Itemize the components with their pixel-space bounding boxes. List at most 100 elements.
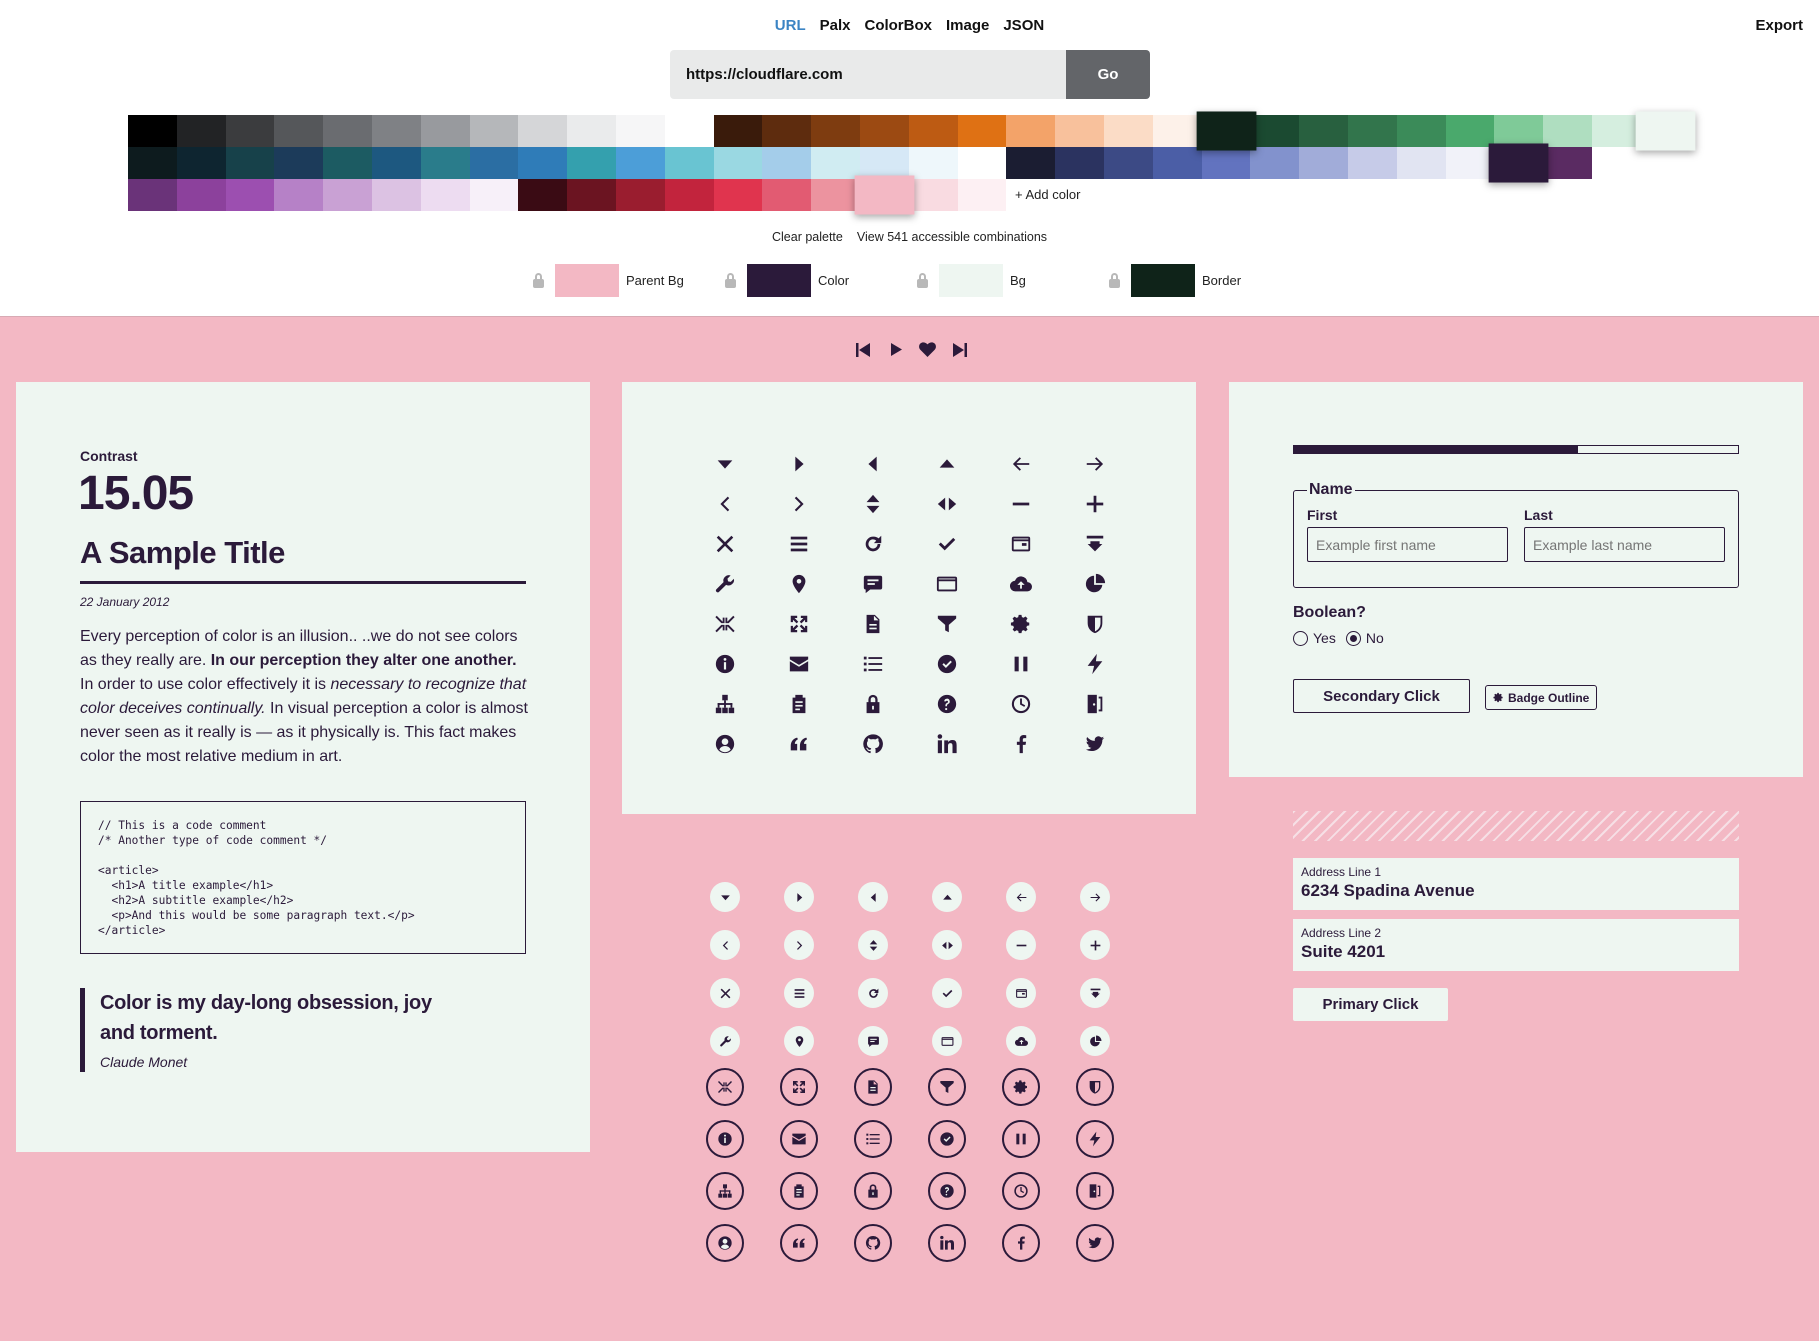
user-circle-icon-cell[interactable] xyxy=(688,724,762,764)
outline-icon-button[interactable] xyxy=(762,1113,836,1165)
color-swatch[interactable] xyxy=(908,147,958,179)
color-swatch[interactable] xyxy=(1103,115,1153,147)
triangle-up-icon-cell[interactable] xyxy=(910,444,984,484)
circle-icon-button[interactable] xyxy=(762,873,836,921)
color-swatch[interactable] xyxy=(859,147,909,179)
color-swatch[interactable] xyxy=(1347,147,1397,179)
circle-icon-button[interactable] xyxy=(910,969,984,1017)
github-icon-cell[interactable] xyxy=(836,724,910,764)
outline-icon-button[interactable] xyxy=(1058,1217,1132,1269)
outline-icon-button[interactable] xyxy=(836,1061,910,1113)
color-swatch[interactable] xyxy=(859,115,909,147)
outline-icon-button[interactable] xyxy=(984,1165,1058,1217)
color-swatch[interactable] xyxy=(615,115,665,147)
circle-icon-button[interactable] xyxy=(984,969,1058,1017)
circle-icon-button[interactable] xyxy=(688,969,762,1017)
outline-icon-button[interactable] xyxy=(688,1061,762,1113)
color-swatch[interactable] xyxy=(957,179,1007,211)
outline-icon-button[interactable] xyxy=(910,1217,984,1269)
color-swatch[interactable] xyxy=(371,147,421,179)
color-swatch[interactable] xyxy=(371,115,421,147)
play-icon[interactable] xyxy=(884,338,907,361)
color-swatch[interactable] xyxy=(1055,115,1104,147)
chevron-right-icon-cell[interactable] xyxy=(762,484,836,524)
go-button[interactable]: Go xyxy=(1066,50,1150,99)
skip-back-icon[interactable] xyxy=(852,338,875,361)
color-swatch[interactable] xyxy=(1591,115,1641,147)
color-swatch[interactable] xyxy=(225,147,275,179)
lock-icon[interactable] xyxy=(533,272,544,288)
expand-icon-cell[interactable] xyxy=(762,604,836,644)
refresh-icon-cell[interactable] xyxy=(836,524,910,564)
arrow-right-icon-cell[interactable] xyxy=(1058,444,1132,484)
color-swatch[interactable] xyxy=(957,147,1007,179)
outline-icon-button[interactable] xyxy=(910,1165,984,1217)
circle-icon-button[interactable] xyxy=(762,1017,836,1065)
shield-icon-cell[interactable] xyxy=(1058,604,1132,644)
circle-icon-button[interactable] xyxy=(836,1017,910,1065)
outline-icon-button[interactable] xyxy=(910,1061,984,1113)
border-swatch[interactable] xyxy=(1131,264,1195,297)
color-swatch[interactable] xyxy=(1543,147,1592,179)
wrench-icon-cell[interactable] xyxy=(688,564,762,604)
outline-icon-button[interactable] xyxy=(688,1165,762,1217)
heart-icon[interactable] xyxy=(916,338,939,361)
color-swatch[interactable] xyxy=(615,179,665,211)
outline-icon-button[interactable] xyxy=(762,1165,836,1217)
lock-icon[interactable] xyxy=(917,272,928,288)
circle-icon-button[interactable] xyxy=(1058,873,1132,921)
first-name-input[interactable] xyxy=(1307,527,1508,562)
radio-circle[interactable] xyxy=(1345,630,1361,646)
circle-icon-button[interactable] xyxy=(984,921,1058,969)
outline-icon-button[interactable] xyxy=(688,1217,762,1269)
add-color-button[interactable]: + Add color xyxy=(1015,187,1080,202)
outline-icon-button[interactable] xyxy=(1058,1165,1132,1217)
color-swatch[interactable] xyxy=(762,115,812,147)
color-swatch[interactable] xyxy=(762,179,812,211)
cloud-upload-icon-cell[interactable] xyxy=(984,564,1058,604)
outline-icon-button[interactable] xyxy=(1058,1061,1132,1113)
triangle-down-icon-cell[interactable] xyxy=(688,444,762,484)
download-tray-icon-cell[interactable] xyxy=(1058,524,1132,564)
circle-icon-button[interactable] xyxy=(688,921,762,969)
color-swatch[interactable] xyxy=(713,115,763,147)
sitemap-icon-cell[interactable] xyxy=(688,684,762,724)
color-swatch[interactable] xyxy=(323,115,372,147)
menu-icon-cell[interactable] xyxy=(762,524,836,564)
bg-swatch[interactable] xyxy=(939,264,1003,297)
circle-icon-button[interactable] xyxy=(1058,921,1132,969)
color-swatch[interactable] xyxy=(128,147,177,179)
color-swatch[interactable] xyxy=(567,179,616,211)
color-swatch[interactable] xyxy=(1201,147,1251,179)
tab-json[interactable]: JSON xyxy=(1003,17,1044,34)
door-exit-icon-cell[interactable] xyxy=(1058,684,1132,724)
color-swatch[interactable] xyxy=(323,147,372,179)
circle-icon-button[interactable] xyxy=(910,921,984,969)
check-circle-icon-cell[interactable] xyxy=(910,644,984,684)
gear-icon-cell[interactable] xyxy=(984,604,1058,644)
triangle-right-icon-cell[interactable] xyxy=(762,444,836,484)
linkedin-icon-cell[interactable] xyxy=(910,724,984,764)
export-link[interactable]: Export xyxy=(1755,17,1803,34)
outline-icon-button[interactable] xyxy=(984,1217,1058,1269)
collapse-icon-cell[interactable] xyxy=(688,604,762,644)
color-swatch[interactable] xyxy=(176,147,226,179)
last-name-input[interactable] xyxy=(1524,527,1725,562)
lock-icon-cell[interactable] xyxy=(836,684,910,724)
chevron-left-icon-cell[interactable] xyxy=(688,484,762,524)
color-swatch[interactable] xyxy=(1250,147,1300,179)
color-swatch[interactable] xyxy=(615,147,665,179)
outline-icon-button[interactable] xyxy=(762,1217,836,1269)
color-swatch[interactable] xyxy=(567,147,616,179)
color-swatch[interactable] xyxy=(420,147,470,179)
color-swatch[interactable] xyxy=(469,147,519,179)
radio-yes[interactable]: Yes xyxy=(1293,630,1336,646)
color-swatch[interactable] xyxy=(176,115,226,147)
color-swatch[interactable] xyxy=(1396,147,1446,179)
color-swatch[interactable] xyxy=(469,115,519,147)
question-icon-cell[interactable] xyxy=(910,684,984,724)
outline-icon-button[interactable] xyxy=(836,1165,910,1217)
sort-horizontal-icon-cell[interactable] xyxy=(910,484,984,524)
check-icon-cell[interactable] xyxy=(910,524,984,564)
outline-icon-button[interactable] xyxy=(984,1061,1058,1113)
